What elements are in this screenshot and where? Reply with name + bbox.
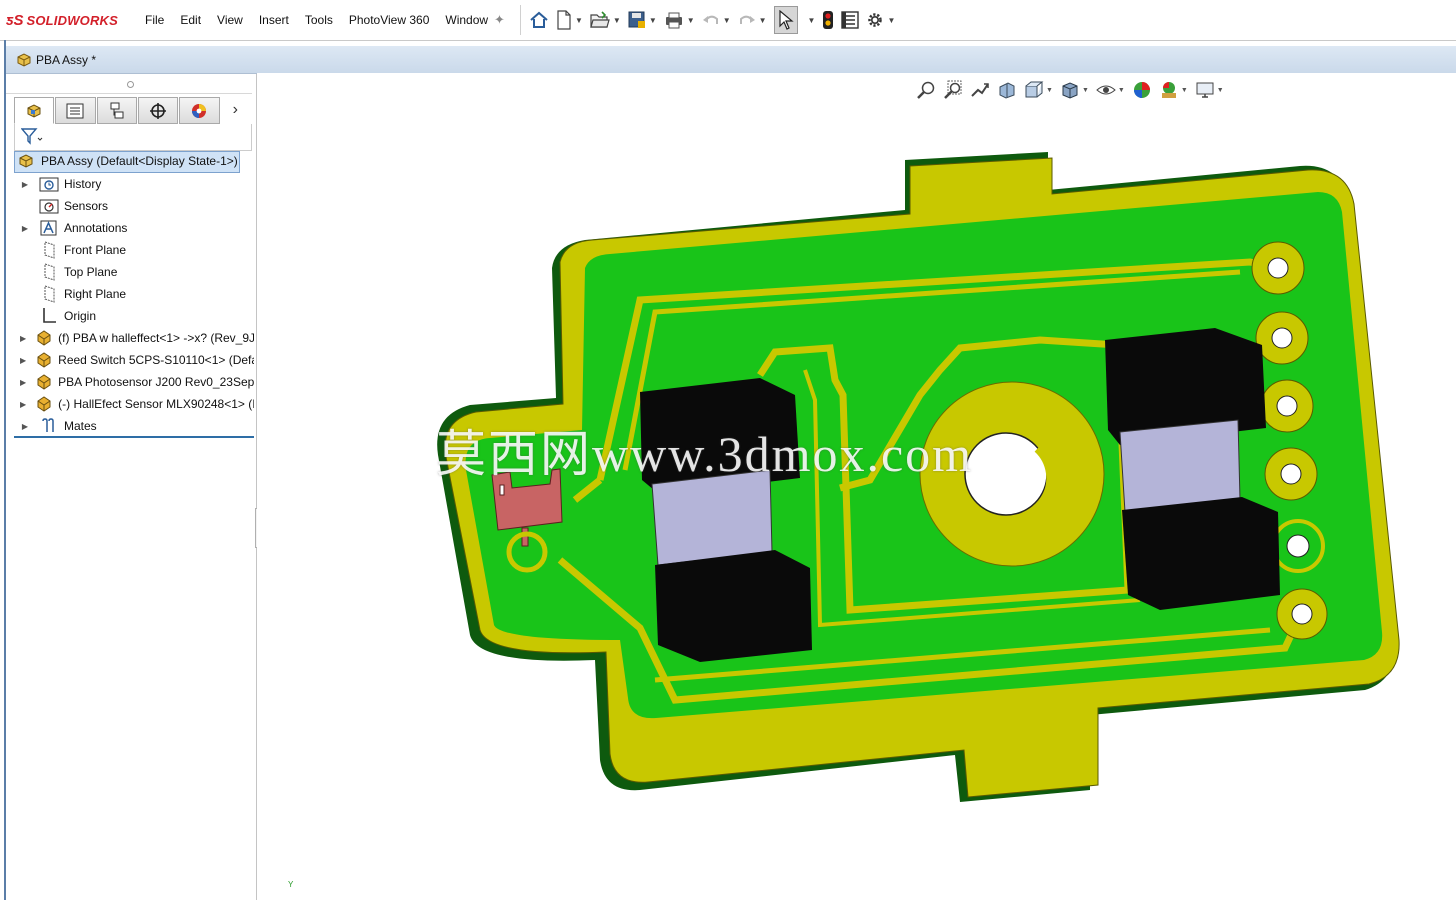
triad-y-label: Y [288,880,294,889]
watermark-text: 莫西网www.3dmox.com [436,426,974,482]
